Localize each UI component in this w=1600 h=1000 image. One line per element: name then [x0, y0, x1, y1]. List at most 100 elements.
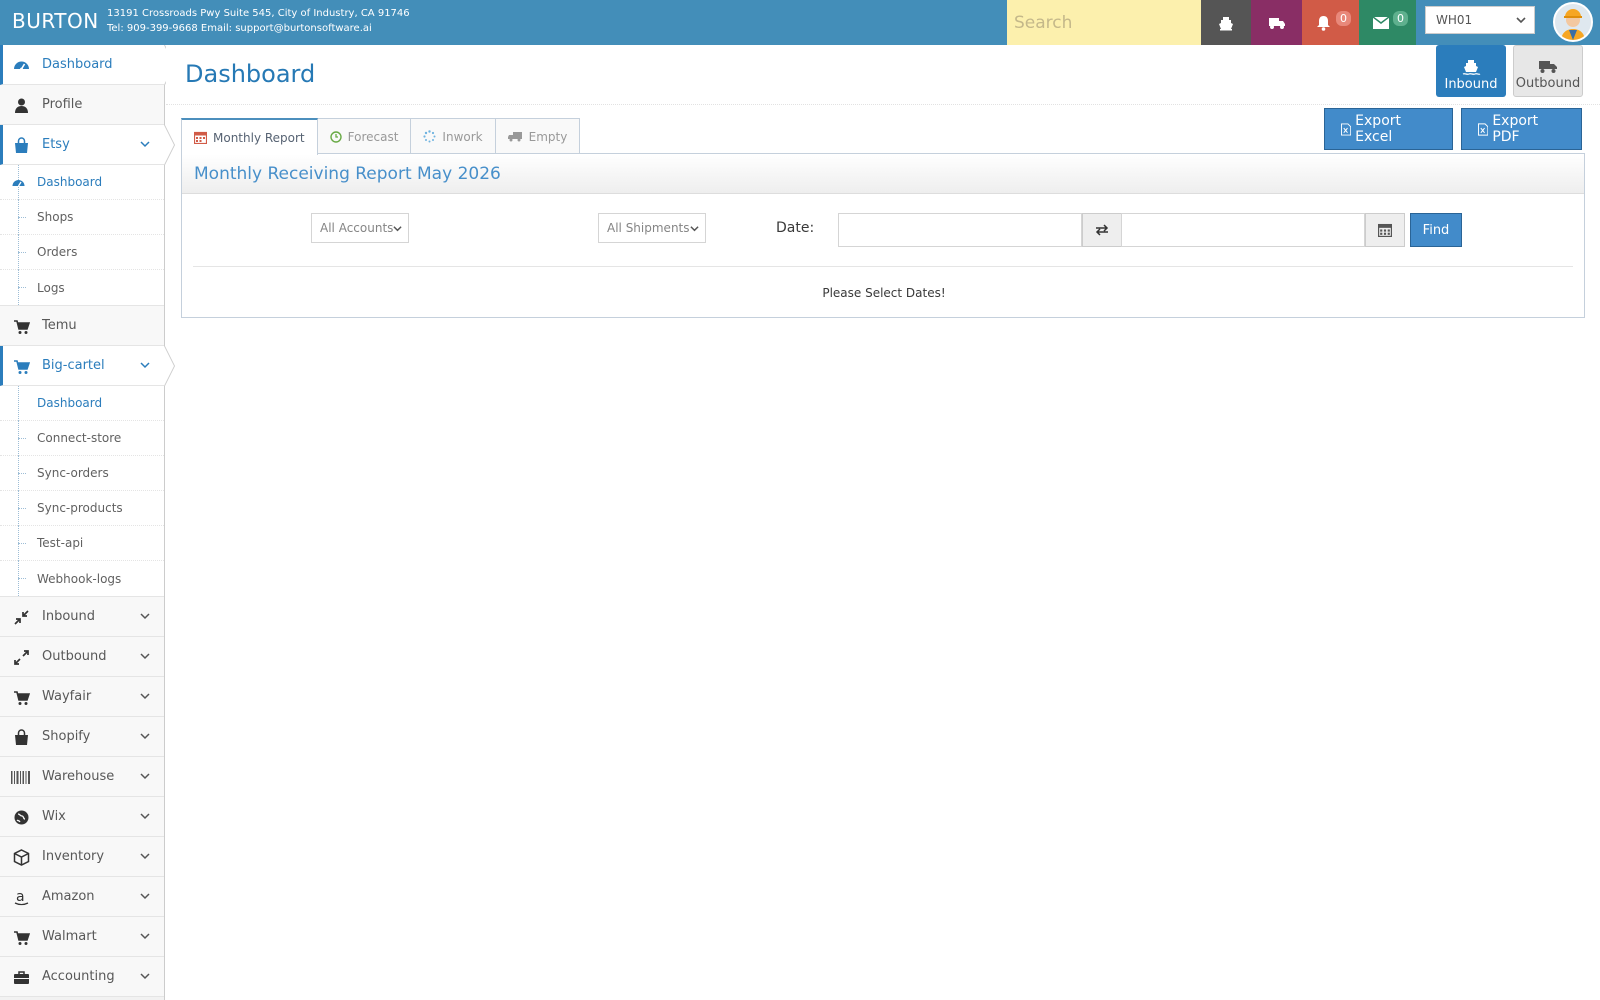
messages-button[interactable]: 0 [1359, 0, 1416, 45]
chevron-down-icon [140, 773, 150, 780]
date-from-input[interactable] [838, 213, 1082, 247]
sidebar-item-label: Wayfair [42, 689, 92, 704]
envelope-icon [1372, 16, 1389, 29]
submenu-item-sync-products[interactable]: Sync-products [0, 491, 164, 526]
export-pdf-button[interactable]: Export PDF [1461, 108, 1582, 150]
warehouse-select[interactable]: WH01 [1425, 6, 1535, 34]
submenu-item-label: Orders [37, 245, 78, 259]
sidebar-item-dashboard[interactable]: Dashboard [0, 45, 175, 85]
find-button[interactable]: Find [1410, 213, 1462, 247]
inbound-label: Inbound [1444, 77, 1498, 92]
report-tabs: Monthly Report Forecast Inwork Empty [181, 118, 581, 155]
sidebar-item-label: Inbound [42, 609, 96, 624]
sidebar-item-label: Walmart [42, 929, 97, 944]
submenu-item-orders[interactable]: Orders [0, 235, 164, 270]
date-label: Date: [776, 220, 815, 236]
sidebar-item-warehouse[interactable]: Warehouse [0, 757, 164, 797]
submenu-item-label: Sync-products [37, 501, 123, 515]
sidebar-item-wayfair[interactable]: Wayfair [0, 677, 164, 717]
submenu-item-label: Connect-store [37, 431, 122, 445]
export-excel-label: Export Excel [1355, 113, 1401, 145]
submenu-item-etsy-dashboard[interactable]: Dashboard [0, 165, 164, 200]
exchange-icon [1095, 224, 1109, 236]
inbound-button[interactable]: Inbound [1436, 45, 1506, 97]
calendar-button[interactable] [1365, 213, 1405, 247]
sidebar-item-label: Etsy [42, 137, 70, 152]
submenu-item-bigcartel-dashboard[interactable]: Dashboard [0, 386, 164, 421]
notifications-button[interactable]: 0 [1302, 0, 1359, 45]
chevron-down-icon [690, 226, 699, 232]
user-avatar[interactable] [1553, 2, 1593, 42]
shopping-bag-icon [15, 729, 28, 745]
tab-inwork[interactable]: Inwork [410, 118, 496, 154]
submenu-item-label: Shops [37, 210, 74, 224]
tab-label: Inwork [442, 129, 483, 144]
warehouse-value: WH01 [1436, 13, 1473, 27]
sidebar-item-inbound[interactable]: Inbound [0, 597, 164, 637]
sidebar-item-walmart[interactable]: Walmart [0, 917, 164, 957]
submenu-item-label: Logs [37, 280, 65, 295]
sidebar-item-label: Warehouse [42, 769, 115, 784]
page-header: Dashboard [166, 45, 1600, 105]
submenu-item-logs[interactable]: Logs [0, 270, 164, 305]
submenu-item-test-api[interactable]: Test-api [0, 526, 164, 561]
sidebar-item-accounting[interactable]: Accounting [0, 957, 164, 997]
outbound-button[interactable]: Outbound [1513, 45, 1583, 97]
truck-icon [507, 132, 522, 142]
chevron-down-icon [140, 653, 150, 660]
submenu-item-label: Webhook-logs [37, 571, 122, 586]
amazon-icon: a [14, 889, 29, 906]
outbound-label: Outbound [1515, 76, 1581, 91]
export-excel-button[interactable]: Export Excel [1324, 108, 1453, 150]
search-input[interactable]: Search [1007, 0, 1201, 45]
sidebar-item-label: Profile [42, 97, 83, 112]
compress-icon [14, 610, 29, 625]
date-swap-button[interactable] [1082, 213, 1122, 247]
sidebar-item-outbound[interactable]: Outbound [0, 637, 164, 677]
tab-empty[interactable]: Empty [494, 118, 581, 154]
clock-icon [329, 130, 342, 143]
tab-monthly-report[interactable]: Monthly Report [181, 118, 318, 155]
cube-icon [13, 849, 30, 866]
sidebar-item-label: Outbound [42, 649, 107, 664]
sidebar-item-label: Dashboard [42, 57, 113, 72]
submenu-item-connect-store[interactable]: Connect-store [0, 421, 164, 456]
sidebar-item-amazon[interactable]: a Amazon [0, 877, 164, 917]
cart-icon [14, 360, 30, 374]
top-navbar: BURTON 13191 Crossroads Pwy Suite 545, C… [0, 0, 1600, 45]
shipments-select[interactable]: All Shipments [598, 213, 706, 243]
submenu-item-sync-orders[interactable]: Sync-orders [0, 456, 164, 491]
sidebar-item-temu[interactable]: Temu [0, 306, 164, 346]
date-to-input[interactable] [1121, 213, 1365, 247]
messages-badge: 0 [1393, 11, 1408, 26]
tab-forecast[interactable]: Forecast [316, 118, 412, 154]
sidebar-item-label: Shopify [42, 729, 91, 744]
page-title: Dashboard [185, 60, 316, 88]
sidebar-item-wix[interactable]: Wix [0, 797, 164, 837]
chevron-down-icon [140, 973, 150, 980]
submenu-item-label: Dashboard [37, 396, 103, 410]
sidebar-item-label: Accounting [42, 969, 115, 984]
worker-avatar-icon [1555, 4, 1591, 40]
sidebar-item-label: Big-cartel [42, 358, 105, 373]
sidebar-item-shopify[interactable]: Shopify [0, 717, 164, 757]
chevron-down-icon [140, 362, 150, 369]
company-address: 13191 Crossroads Pwy Suite 545, City of … [107, 6, 410, 36]
expand-icon [14, 650, 29, 665]
sidebar-item-inventory[interactable]: Inventory [0, 837, 164, 877]
briefcase-icon [14, 971, 29, 984]
chevron-down-icon [1516, 17, 1526, 24]
barcode-icon [11, 771, 30, 784]
ship-icon [1219, 16, 1233, 30]
truck-button[interactable] [1251, 0, 1302, 45]
sidebar-item-label: Temu [42, 318, 77, 333]
submenu-item-webhook-logs[interactable]: Webhook-logs [0, 561, 164, 596]
accounts-select[interactable]: All Accounts [311, 213, 409, 243]
sidebar-item-etsy[interactable]: Etsy [0, 125, 175, 165]
brand-logo[interactable]: BURTON [12, 9, 99, 33]
submenu-item-shops[interactable]: Shops [0, 200, 164, 235]
ship-button[interactable] [1201, 0, 1251, 45]
big-cartel-submenu: Dashboard Connect-store Sync-orders Sync… [0, 386, 164, 597]
sidebar-item-profile[interactable]: Profile [0, 85, 164, 125]
sidebar-item-big-cartel[interactable]: Big-cartel [0, 346, 175, 386]
